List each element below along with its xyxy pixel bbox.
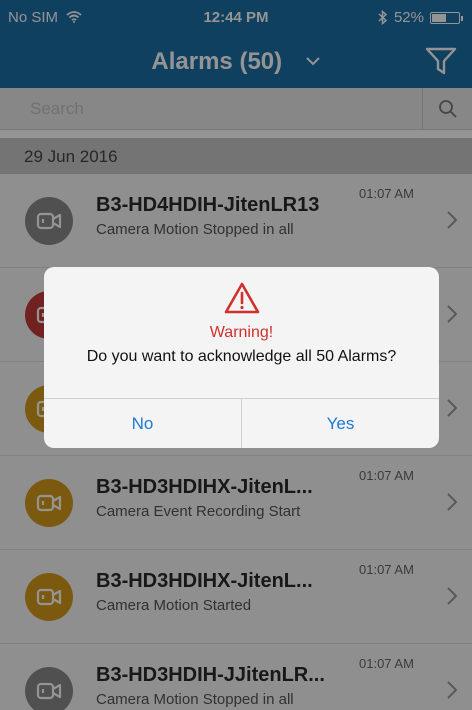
yes-button[interactable]: Yes	[241, 399, 439, 448]
warning-icon	[44, 281, 439, 320]
no-button[interactable]: No	[44, 399, 241, 448]
alarms-screen: No SIM 12:44 PM 52% Alarms (50) Search 2…	[0, 0, 472, 710]
dialog-title: Warning!	[209, 324, 274, 341]
dialog-message: Do you want to acknowledge all 50 Alarms…	[86, 348, 397, 365]
dialog-buttons: No Yes	[44, 398, 439, 448]
acknowledge-dialog: Warning! Do you want to acknowledge all …	[44, 267, 439, 448]
